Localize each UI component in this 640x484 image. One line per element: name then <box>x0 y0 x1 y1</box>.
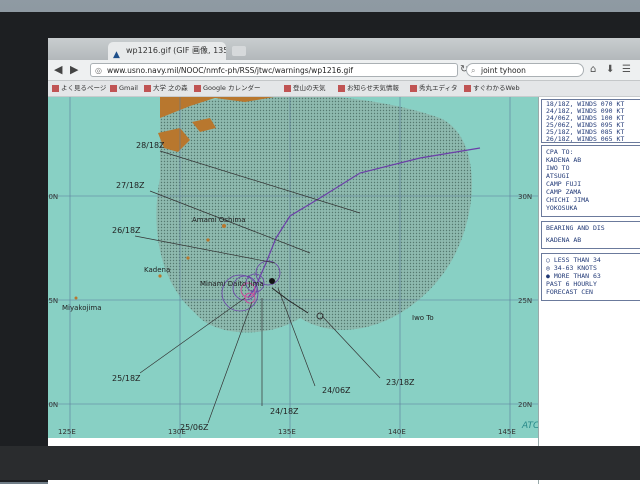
cpa-box: CPA TO: KADENA AB IWO TO ATSUGI CAMP FUJ… <box>541 145 640 217</box>
bookmark-icon <box>284 85 291 92</box>
bookmark-icon <box>194 85 201 92</box>
lat-label: 30N <box>518 193 532 201</box>
legend-box: ○ LESS THAN 34 ◎ 34-63 KNOTS ● MORE THAN… <box>541 253 640 301</box>
tab-active[interactable]: ▲ wp1216.gif (GIF 画像, 1357×… × <box>108 42 226 60</box>
new-tab-button[interactable] <box>232 46 246 56</box>
bookmark-icon <box>144 85 151 92</box>
warning-line: 26/18Z, WINDS 065 KT <box>546 135 625 143</box>
time-label: 27/18Z <box>116 181 145 190</box>
bookmark-item[interactable]: 大学 之の森 <box>144 81 188 96</box>
url-bar[interactable]: ◎ www.usno.navy.mil/NOOC/nmfc-ph/RSS/jtw… <box>90 63 458 77</box>
back-icon[interactable]: ◀ <box>54 63 62 76</box>
cpa-line: CPA TO: <box>546 148 574 156</box>
place-label: Minami Daito Jima <box>200 280 264 288</box>
cpa-line: CAMP FUJI <box>546 180 582 188</box>
island-miyako <box>74 296 78 300</box>
time-label: 25/18Z <box>112 374 141 383</box>
legend-line: ○ LESS THAN 34 <box>546 256 601 264</box>
bearing-line: BEARING AND DIS <box>546 224 605 232</box>
menu-icon[interactable]: ☰ <box>622 64 631 75</box>
monitor-bottom-bezel <box>0 446 640 480</box>
time-label: 26/18Z <box>112 226 141 235</box>
browser-window: ▲ wp1216.gif (GIF 画像, 1357×… × ◀ ▶ ◎ www… <box>48 38 640 484</box>
island-kadena <box>158 274 162 278</box>
lon-label: 135E <box>278 428 296 436</box>
bookmark-item[interactable]: 秀丸エディタ <box>410 81 458 96</box>
time-label: 25/06Z <box>180 423 209 432</box>
tab-bar: ▲ wp1216.gif (GIF 画像, 1357×… × <box>48 38 640 60</box>
bookmark-item[interactable]: すぐわかるWeb <box>464 81 520 96</box>
bookmarks-bar: よく見るページ Gmail 大学 之の森 Google カレンダー 登山の天気 … <box>48 81 640 97</box>
cpa-line: CAMP ZAMA <box>546 188 582 196</box>
island <box>206 238 210 242</box>
warning-header-box: 18/18Z, WINDS 070 KT 24/18Z, WINDS 090 K… <box>541 99 640 143</box>
bookmark-item[interactable]: Google カレンダー <box>194 81 261 96</box>
home-icon[interactable]: ⌂ <box>590 64 596 75</box>
legend-line: FORECAST CEN <box>546 288 593 296</box>
island-amami <box>222 224 226 228</box>
image-viewport: 30N 25N 20N 30N 25N 20N 125E 130E 135E 1… <box>48 97 640 484</box>
monitor-bezel: ▲ wp1216.gif (GIF 画像, 1357×… × ◀ ▶ ◎ www… <box>0 12 640 484</box>
lat-label: 20N <box>48 401 58 409</box>
lon-label: 140E <box>388 428 406 436</box>
lat-label: 25N <box>518 297 532 305</box>
bookmark-icon <box>464 85 471 92</box>
lat-label: 25N <box>48 297 58 305</box>
typhoon-warning-map: 30N 25N 20N 30N 25N 20N 125E 130E 135E 1… <box>48 97 555 438</box>
legend-line: ● MORE THAN 63 <box>546 272 601 280</box>
lon-label: 145E <box>498 428 516 436</box>
warning-text-panel: 18/18Z, WINDS 070 KT 24/18Z, WINDS 090 K… <box>538 97 640 484</box>
search-value: joint tyhoon <box>481 66 526 75</box>
cpa-line: IWO TO <box>546 164 570 172</box>
lat-label: 30N <box>48 193 58 201</box>
forward-icon[interactable]: ▶ <box>70 63 78 76</box>
place-label: Miyakojima <box>62 304 102 312</box>
bookmark-icon <box>110 85 117 92</box>
island <box>186 256 190 260</box>
bearing-line: KADENA AB <box>546 236 582 244</box>
legend-line: PAST 6 HOURLY <box>546 280 597 288</box>
current-position <box>269 278 275 284</box>
time-label: 28/18Z <box>136 141 165 150</box>
bookmark-icon <box>410 85 417 92</box>
cpa-line: YOKOSUKA <box>546 204 578 212</box>
bookmark-icon <box>338 85 345 92</box>
time-label: 24/06Z <box>322 386 351 395</box>
cpa-line: ATSUGI <box>546 172 570 180</box>
bookmark-item[interactable]: 登山の天気 <box>284 81 326 96</box>
nav-toolbar: ◀ ▶ ◎ www.usno.navy.mil/NOOC/nmfc-ph/RSS… <box>48 60 640 81</box>
bookmark-item[interactable]: お知らせ天気情報 <box>338 81 399 96</box>
bearing-box: BEARING AND DIS KADENA AB <box>541 221 640 249</box>
time-label: 23/18Z <box>386 378 415 387</box>
search-input[interactable]: ⌕ joint tyhoon <box>466 63 584 77</box>
cpa-line: CHICHI JIMA <box>546 196 590 204</box>
bookmark-item[interactable]: Gmail <box>110 81 138 96</box>
lon-label: 125E <box>58 428 76 436</box>
search-icon: ⌕ <box>471 66 476 75</box>
tab-title: wp1216.gif (GIF 画像, 1357×… <box>126 46 226 55</box>
url-text: www.usno.navy.mil/NOOC/nmfc-ph/RSS/jtwc/… <box>107 66 354 75</box>
place-label: Amami Oshima <box>192 216 246 224</box>
place-label: Kadena <box>144 266 170 274</box>
place-label: Iwo To <box>412 314 434 322</box>
download-icon[interactable]: ⬇ <box>606 64 614 75</box>
page-icon: ▲ <box>113 50 120 60</box>
globe-icon: ◎ <box>95 66 102 75</box>
legend-line: ◎ 34-63 KNOTS <box>546 264 597 272</box>
bookmark-item[interactable]: よく見るページ <box>52 81 106 96</box>
lat-label: 20N <box>518 401 532 409</box>
cpa-line: KADENA AB <box>546 156 582 164</box>
time-label: 24/18Z <box>270 407 299 416</box>
bookmark-icon <box>52 85 59 92</box>
